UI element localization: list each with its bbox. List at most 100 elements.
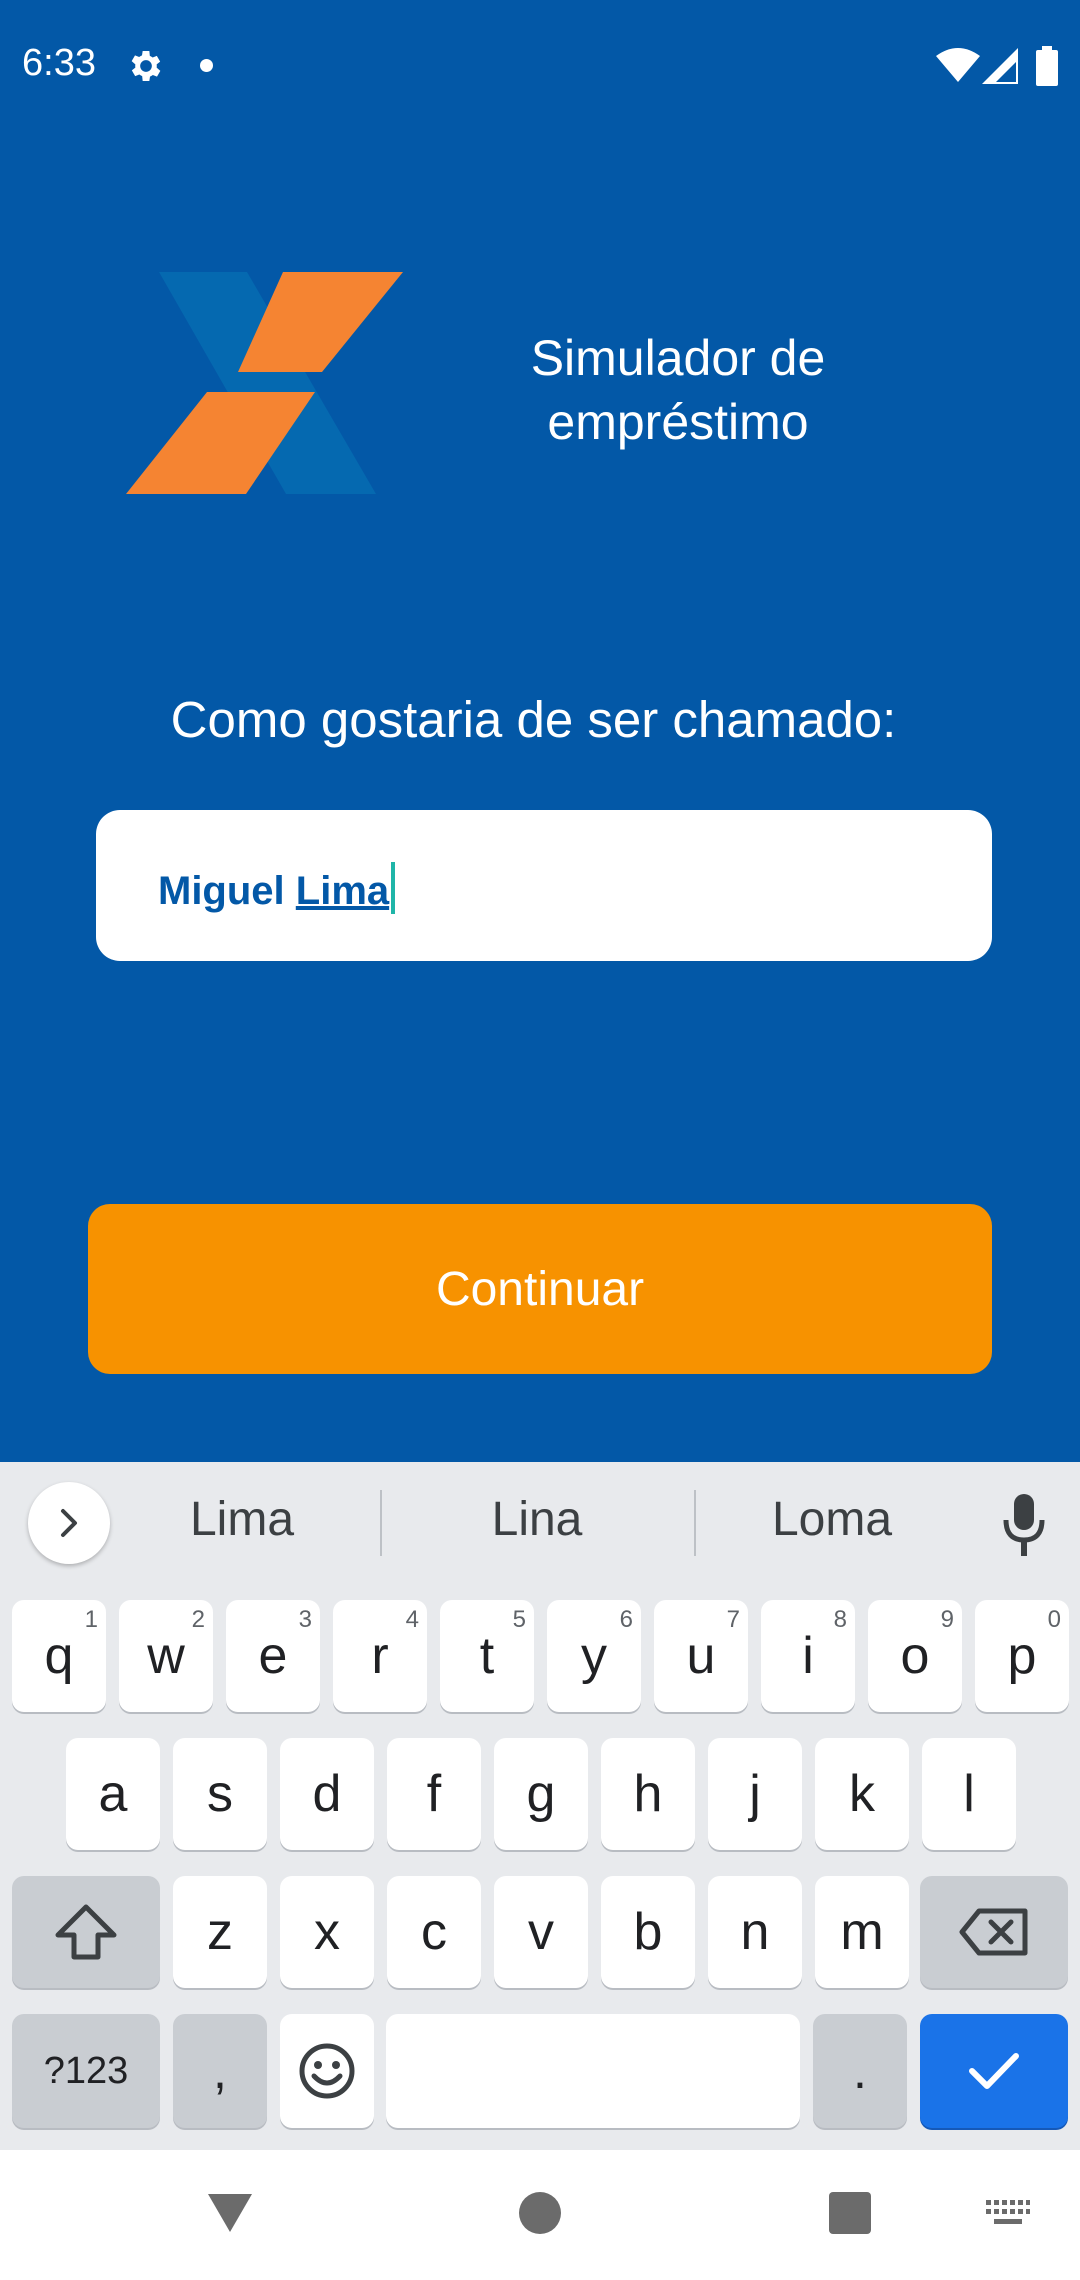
- key-b[interactable]: b: [601, 1876, 695, 1988]
- keyboard-switch-icon[interactable]: [986, 2200, 1030, 2226]
- key-h-label: h: [633, 1765, 663, 1823]
- key-w-label: w: [147, 1627, 185, 1685]
- key-o[interactable]: o9: [868, 1600, 962, 1712]
- name-input[interactable]: Miguel Lima: [96, 810, 992, 961]
- backspace-icon: [959, 1908, 1028, 1956]
- suggestion-3[interactable]: Loma: [692, 1492, 972, 1547]
- key-q-hint: 1: [84, 1606, 98, 1633]
- key-m[interactable]: m: [815, 1876, 909, 1988]
- key-j[interactable]: j: [708, 1738, 802, 1850]
- key-y-label: y: [581, 1627, 607, 1685]
- key-e[interactable]: e3: [226, 1600, 320, 1712]
- key-f-label: f: [426, 1765, 442, 1823]
- caixa-x-logo: [126, 272, 403, 494]
- back-triangle-icon[interactable]: [206, 2190, 254, 2234]
- key-k[interactable]: k: [815, 1738, 909, 1850]
- key-z-label: z: [207, 1903, 233, 1961]
- key-g-label: g: [526, 1765, 556, 1823]
- key-p-label: p: [1007, 1627, 1037, 1685]
- key-g[interactable]: g: [494, 1738, 588, 1850]
- key-t-hint: 5: [512, 1606, 526, 1633]
- key-p-hint: 0: [1047, 1606, 1061, 1633]
- key-r[interactable]: r4: [333, 1600, 427, 1712]
- space-key[interactable]: [386, 2014, 800, 2128]
- key-u-label: u: [686, 1627, 716, 1685]
- key-q[interactable]: q1: [12, 1600, 106, 1712]
- key-e-label: e: [258, 1627, 288, 1685]
- wifi-icon: [936, 48, 980, 82]
- key-i[interactable]: i8: [761, 1600, 855, 1712]
- key-s-label: s: [207, 1765, 233, 1823]
- key-l-label: l: [963, 1765, 975, 1823]
- key-i-hint: 8: [833, 1606, 847, 1633]
- key-n[interactable]: n: [708, 1876, 802, 1988]
- suggestion-strip: Lima Lina Loma: [0, 1462, 1080, 1586]
- name-prompt-label: Como gostaria de ser chamado:: [170, 691, 897, 748]
- key-c-label: c: [421, 1903, 447, 1961]
- expand-toolbar-button[interactable]: [28, 1482, 110, 1564]
- key-z[interactable]: z: [173, 1876, 267, 1988]
- key-h[interactable]: h: [601, 1738, 695, 1850]
- key-q-label: q: [44, 1627, 74, 1685]
- suggestion-divider: [380, 1490, 382, 1556]
- emoji-key[interactable]: [280, 2014, 374, 2128]
- key-x[interactable]: x: [280, 1876, 374, 1988]
- text-cursor: [391, 862, 396, 914]
- period-key[interactable]: .: [813, 2014, 907, 2128]
- name-input-composing-text: Lima: [295, 869, 390, 913]
- key-r-label: r: [371, 1627, 389, 1685]
- app-title: Simulador de empréstimo: [530, 330, 826, 450]
- microphone-icon[interactable]: [1000, 1494, 1048, 1556]
- key-s[interactable]: s: [173, 1738, 267, 1850]
- checkmark-icon: [969, 2053, 1019, 2089]
- key-c[interactable]: c: [387, 1876, 481, 1988]
- enter-key[interactable]: [920, 2014, 1068, 2128]
- key-w-hint: 2: [191, 1606, 205, 1633]
- key-r-hint: 4: [405, 1606, 419, 1633]
- continue-button[interactable]: Continuar: [88, 1204, 992, 1374]
- name-input-text: Miguel: [158, 869, 296, 913]
- period-key-label: .: [853, 2043, 867, 2099]
- key-t-label: t: [479, 1627, 495, 1685]
- key-v-label: v: [528, 1903, 554, 1961]
- suggestion-2[interactable]: Lina: [397, 1492, 677, 1547]
- key-n-label: n: [740, 1903, 770, 1961]
- key-y[interactable]: y6: [547, 1600, 641, 1712]
- emoji-icon: [299, 2043, 355, 2099]
- symbols-key[interactable]: ?123: [12, 2014, 160, 2128]
- key-f[interactable]: f: [387, 1738, 481, 1850]
- key-a[interactable]: a: [66, 1738, 160, 1850]
- comma-key-label: ,: [213, 2043, 227, 2099]
- comma-key[interactable]: ,: [173, 2014, 267, 2128]
- settings-gear-icon: [131, 51, 161, 81]
- key-w[interactable]: w2: [119, 1600, 213, 1712]
- key-u[interactable]: u7: [654, 1600, 748, 1712]
- key-k-label: k: [849, 1765, 875, 1823]
- key-t[interactable]: t5: [440, 1600, 534, 1712]
- navigation-bar: [0, 2150, 1080, 2280]
- key-v[interactable]: v: [494, 1876, 588, 1988]
- key-a-label: a: [98, 1765, 128, 1823]
- notification-dot-icon: [200, 59, 213, 72]
- key-l[interactable]: l: [922, 1738, 1016, 1850]
- shift-arrow-icon: [55, 1904, 117, 1960]
- key-o-hint: 9: [940, 1606, 954, 1633]
- key-p[interactable]: p0: [975, 1600, 1069, 1712]
- key-d[interactable]: d: [280, 1738, 374, 1850]
- key-b-label: b: [633, 1903, 663, 1961]
- suggestion-1[interactable]: Lima: [102, 1492, 382, 1547]
- key-e-hint: 3: [298, 1606, 312, 1633]
- battery-icon: [1036, 46, 1058, 86]
- home-circle-icon[interactable]: [519, 2192, 561, 2234]
- name-input-value: Miguel Lima: [158, 862, 396, 914]
- key-m-label: m: [840, 1903, 884, 1961]
- shift-key[interactable]: [12, 1876, 160, 1988]
- backspace-key[interactable]: [920, 1876, 1068, 1988]
- key-y-hint: 6: [619, 1606, 633, 1633]
- key-o-label: o: [900, 1627, 930, 1685]
- key-d-label: d: [312, 1765, 342, 1823]
- key-x-label: x: [314, 1903, 340, 1961]
- recents-square-icon[interactable]: [829, 2192, 871, 2234]
- cell-signal-icon: [982, 48, 1018, 84]
- status-bar: 6:33: [0, 0, 1080, 136]
